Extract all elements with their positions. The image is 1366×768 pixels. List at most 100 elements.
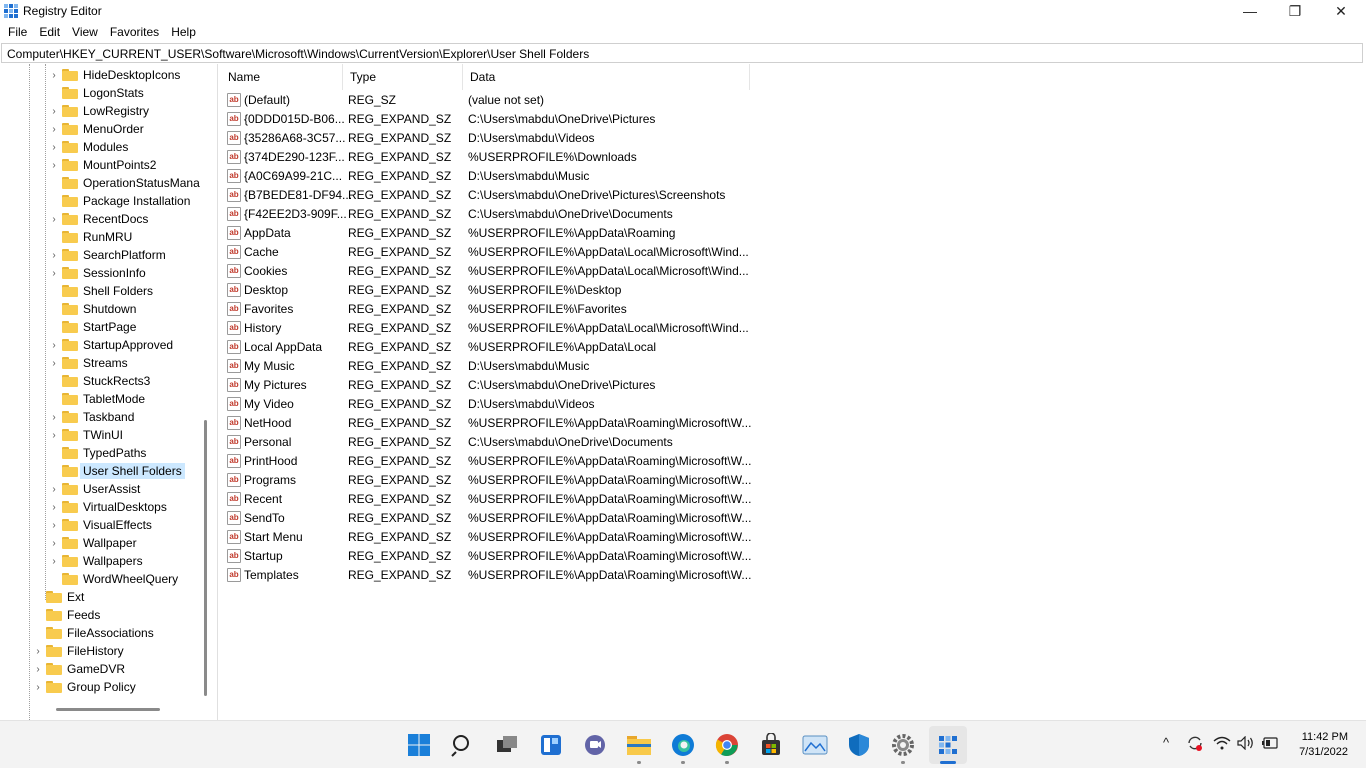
registry-value-row[interactable]: ab (Default) REG_SZ (value not set) <box>221 90 781 109</box>
registry-value-row[interactable]: ab {35286A68-3C57... REG_EXPAND_SZ D:\Users… <box>221 128 781 147</box>
chevron-right-icon[interactable]: › <box>48 412 60 423</box>
tree-item[interactable]: › Group Policy <box>32 678 135 696</box>
tree-item[interactable]: Shutdown <box>48 300 136 318</box>
registry-value-row[interactable]: ab Personal REG_EXPAND_SZ C:\Users\mabdu\On… <box>221 432 781 451</box>
tree-item[interactable]: › FileHistory <box>32 642 123 660</box>
tree-item[interactable]: › Wallpaper <box>48 534 136 552</box>
tree-item[interactable]: Ext <box>32 588 84 606</box>
registry-value-row[interactable]: ab {0DDD015D-B06... REG_EXPAND_SZ C:\Users\… <box>221 109 781 128</box>
chevron-right-icon[interactable]: › <box>48 268 60 279</box>
chevron-right-icon[interactable]: › <box>48 160 60 171</box>
column-header-type[interactable]: Type <box>343 64 463 90</box>
chevron-right-icon[interactable]: › <box>48 142 60 153</box>
registry-value-row[interactable]: ab Recent REG_EXPAND_SZ %USERPROFILE%\AppDa… <box>221 489 781 508</box>
registry-value-row[interactable]: ab Cookies REG_EXPAND_SZ %USERPROFILE%\AppD… <box>221 261 781 280</box>
chevron-right-icon[interactable]: › <box>48 556 60 567</box>
close-button[interactable]: ✕ <box>1318 0 1364 22</box>
teams-chat-icon[interactable] <box>581 731 609 759</box>
column-header-name[interactable]: Name <box>221 64 343 90</box>
tree-item[interactable]: RunMRU <box>48 228 132 246</box>
tree-item[interactable]: › HideDesktopIcons <box>48 66 180 84</box>
tree-item[interactable]: › Streams <box>48 354 127 372</box>
menu-file[interactable]: File <box>0 22 33 43</box>
file-explorer-icon[interactable] <box>625 731 653 759</box>
tree-item[interactable]: Feeds <box>32 606 100 624</box>
tree-item[interactable]: TabletMode <box>48 390 145 408</box>
tree-item[interactable]: › MountPoints2 <box>48 156 156 174</box>
maximize-button[interactable]: ❐ <box>1272 0 1318 22</box>
chevron-right-icon[interactable]: › <box>48 358 60 369</box>
minimize-button[interactable]: — <box>1227 0 1273 22</box>
chevron-right-icon[interactable]: › <box>48 124 60 135</box>
tree-item[interactable]: › StartupApproved <box>48 336 173 354</box>
column-header-data[interactable]: Data <box>463 64 750 90</box>
tree-vertical-scrollbar[interactable] <box>204 420 207 696</box>
tree-item[interactable]: User Shell Folders <box>48 462 185 480</box>
values-list-pane[interactable]: Name Type Data ab (Default) REG_SZ (value n… <box>221 64 1366 720</box>
tree-item[interactable]: TypedPaths <box>48 444 146 462</box>
tree-horizontal-scrollbar[interactable] <box>56 708 160 711</box>
registry-value-row[interactable]: ab PrintHood REG_EXPAND_SZ %USERPROFILE%\Ap… <box>221 451 781 470</box>
chevron-right-icon[interactable]: › <box>48 502 60 513</box>
registry-value-row[interactable]: ab {374DE290-123F... REG_EXPAND_SZ %USERPRO… <box>221 147 781 166</box>
settings-icon[interactable] <box>889 731 917 759</box>
tree-item[interactable]: Shell Folders <box>48 282 153 300</box>
registry-value-row[interactable]: ab Cache REG_EXPAND_SZ %USERPROFILE%\AppDat… <box>221 242 781 261</box>
registry-value-row[interactable]: ab Start Menu REG_EXPAND_SZ %USERPROFILE%\A… <box>221 527 781 546</box>
windows-start-icon[interactable] <box>405 731 433 759</box>
defender-icon[interactable] <box>845 731 873 759</box>
registry-value-row[interactable]: ab History REG_EXPAND_SZ %USERPROFILE%\AppD… <box>221 318 781 337</box>
menu-favorites[interactable]: Favorites <box>104 22 165 43</box>
search-icon[interactable] <box>449 731 477 759</box>
chevron-right-icon[interactable]: › <box>48 106 60 117</box>
address-bar[interactable]: Computer\HKEY_CURRENT_USER\Software\Micr… <box>1 43 1363 63</box>
tree-item[interactable]: OperationStatusMana <box>48 174 200 192</box>
wifi-icon[interactable] <box>1213 736 1231 753</box>
chevron-right-icon[interactable]: › <box>48 214 60 225</box>
tree-item[interactable]: LogonStats <box>48 84 144 102</box>
chevron-right-icon[interactable]: › <box>48 520 60 531</box>
tree-item[interactable]: StuckRects3 <box>48 372 150 390</box>
registry-value-row[interactable]: ab NetHood REG_EXPAND_SZ %USERPROFILE%\AppD… <box>221 413 781 432</box>
registry-value-row[interactable]: ab Templates REG_EXPAND_SZ %USERPROFILE%\Ap… <box>221 565 781 584</box>
chevron-right-icon[interactable]: › <box>32 682 44 693</box>
chevron-right-icon[interactable]: › <box>48 70 60 81</box>
tree-item[interactable]: WordWheelQuery <box>48 570 178 588</box>
volume-icon[interactable] <box>1237 735 1255 753</box>
registry-value-row[interactable]: ab Desktop REG_EXPAND_SZ %USERPROFILE%\Desk… <box>221 280 781 299</box>
key-tree-pane[interactable]: › HideDesktopIcons LogonStats › LowRegistry ›… <box>0 64 218 720</box>
tree-item[interactable]: › SearchPlatform <box>48 246 165 264</box>
registry-value-row[interactable]: ab Favorites REG_EXPAND_SZ %USERPROFILE%\Fa… <box>221 299 781 318</box>
menu-help[interactable]: Help <box>165 22 202 43</box>
registry-value-row[interactable]: ab {A0C69A99-21C... REG_EXPAND_SZ D:\Users\… <box>221 166 781 185</box>
regedit-icon[interactable] <box>929 726 967 764</box>
registry-value-row[interactable]: ab SendTo REG_EXPAND_SZ %USERPROFILE%\AppDa… <box>221 508 781 527</box>
registry-value-row[interactable]: ab My Pictures REG_EXPAND_SZ C:\Users\mabdu… <box>221 375 781 394</box>
tree-item[interactable]: › VirtualDesktops <box>48 498 167 516</box>
tree-item[interactable]: › LowRegistry <box>48 102 149 120</box>
menu-edit[interactable]: Edit <box>33 22 66 43</box>
chevron-right-icon[interactable]: › <box>48 430 60 441</box>
chevron-right-icon[interactable]: › <box>48 538 60 549</box>
chevron-right-icon[interactable]: › <box>32 646 44 657</box>
registry-value-row[interactable]: ab My Video REG_EXPAND_SZ D:\Users\mabdu\Vi… <box>221 394 781 413</box>
battery-icon[interactable] <box>1261 737 1279 752</box>
registry-value-row[interactable]: ab Programs REG_EXPAND_SZ %USERPROFILE%\App… <box>221 470 781 489</box>
tree-item[interactable]: › TWinUI <box>48 426 123 444</box>
chevron-up-icon[interactable]: ^ <box>1163 735 1169 750</box>
photos-icon[interactable] <box>801 731 829 759</box>
tree-item[interactable]: › Taskband <box>48 408 134 426</box>
tree-item[interactable]: › RecentDocs <box>48 210 148 228</box>
tree-item[interactable]: Package Installation <box>48 192 190 210</box>
registry-value-row[interactable]: ab Startup REG_EXPAND_SZ %USERPROFILE%\AppD… <box>221 546 781 565</box>
registry-value-row[interactable]: ab {B7BEDE81-DF94... REG_EXPAND_SZ C:\Users… <box>221 185 781 204</box>
tree-item[interactable]: › UserAssist <box>48 480 140 498</box>
system-clock[interactable]: 11:42 PM 7/31/2022 <box>1299 730 1348 760</box>
registry-value-row[interactable]: ab Local AppData REG_EXPAND_SZ %USERPROFILE… <box>221 337 781 356</box>
chevron-right-icon[interactable]: › <box>32 664 44 675</box>
registry-value-row[interactable]: ab {F42EE2D3-909F... REG_EXPAND_SZ C:\Users… <box>221 204 781 223</box>
store-icon[interactable] <box>757 731 785 759</box>
tree-item[interactable]: › GameDVR <box>32 660 125 678</box>
chevron-right-icon[interactable]: › <box>48 340 60 351</box>
chevron-right-icon[interactable]: › <box>48 250 60 261</box>
